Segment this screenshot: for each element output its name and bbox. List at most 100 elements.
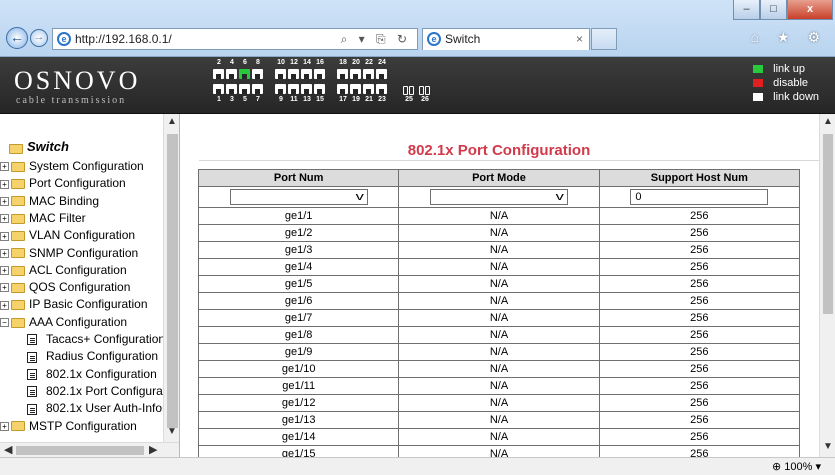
scroll-up-icon[interactable]: ▲ [823,116,833,127]
table-row: ge1/5 N/A 256 [197,275,801,293]
table-cell-mode: N/A [398,394,600,412]
table-cell-port: ge1/5 [197,275,400,293]
scroll-down-icon[interactable]: ▼ [823,441,833,452]
port-icon[interactable] [252,84,263,94]
address-tools-icons[interactable]: ⌕ ▾ ⎘ ↻ [341,29,411,49]
sidebar-item-label: AAA Configuration [29,314,128,329]
sidebar-item[interactable]: + Port Configuration [0,175,126,192]
port-icon[interactable] [350,84,361,94]
sidebar-item[interactable]: + QOS Configuration [0,279,130,296]
table-cell-mode: N/A [398,377,600,395]
new-tab-button[interactable] [591,28,617,50]
sidebar-scrollbar-vertical[interactable]: ▲ ▼ [163,114,179,442]
support-host-num-input[interactable]: 0 [630,189,769,205]
scroll-up-icon[interactable]: ▲ [167,116,177,127]
port-icon[interactable] [213,84,224,94]
port-icon[interactable] [252,69,263,79]
port-icon[interactable] [275,84,286,94]
sidebar-item[interactable]: 802.1x Port Configurati [27,383,169,400]
filter-row: 0 [197,186,801,208]
expand-icon[interactable]: + [0,162,9,172]
browser-tab[interactable]: e Switch × [422,28,590,50]
port-icon[interactable] [314,84,325,94]
expand-icon[interactable]: + [0,196,9,206]
scroll-right-icon[interactable]: ▶ [149,443,157,456]
port-legend: link up disable link down [753,62,819,104]
close-window-button[interactable]: x [787,0,833,20]
sfp-port-icon[interactable] [409,86,414,95]
expand-icon[interactable]: + [0,231,9,241]
port-icon[interactable] [363,84,374,94]
sidebar-item[interactable]: Radius Configuration [27,348,158,365]
expand-icon[interactable]: + [0,266,9,276]
sidebar-item[interactable]: + System Configuration [0,158,144,175]
expand-icon[interactable]: + [0,179,9,189]
scroll-thumb[interactable] [16,446,144,455]
port-mode-select[interactable] [429,189,568,205]
sidebar-item[interactable]: − AAA Configuration [0,314,127,331]
sidebar-item[interactable]: + MAC Filter [0,210,86,227]
port-icon[interactable] [288,69,299,79]
folder-icon [11,161,25,172]
port-icon[interactable] [363,69,374,79]
expand-icon[interactable]: + [0,421,9,431]
port-number: 24 [378,59,386,66]
maximize-button[interactable]: □ [760,0,787,20]
port-icon[interactable] [301,84,312,94]
sidebar-title[interactable]: Switch [9,139,69,154]
sidebar-item[interactable]: + ACL Configuration [0,262,127,279]
sfp-port-icon[interactable] [425,86,430,95]
port-icon[interactable] [239,84,250,94]
port-number: 18 [339,59,347,66]
page-title: 802.1x Port Configuration [407,142,591,159]
content-scrollbar-vertical[interactable]: ▲ ▼ [819,114,835,457]
port-icon[interactable] [213,69,224,79]
expand-icon[interactable]: − [0,318,9,328]
sfp-port-icon[interactable] [419,86,424,95]
scroll-thumb[interactable] [167,134,178,428]
sidebar-item[interactable]: + IP Basic Configuration [0,296,148,313]
expand-icon[interactable]: + [0,214,9,224]
forward-button[interactable]: → [30,29,48,47]
sidebar-item[interactable]: + MSTP Configuration [0,418,137,435]
port-icon[interactable] [337,84,348,94]
port-num-select[interactable] [229,189,368,205]
table-cell-mode: N/A [398,343,600,361]
port-icon[interactable] [314,69,325,79]
minimize-button[interactable]: – [733,0,760,20]
back-button[interactable]: ← [6,27,28,49]
port-icon[interactable] [350,69,361,79]
port-icon[interactable] [226,84,237,94]
sidebar-item[interactable]: + SNMP Configuration [0,245,138,262]
port-icon[interactable] [239,69,250,79]
table-row: ge1/10 N/A 256 [197,360,801,378]
sidebar-item[interactable]: + MAC Binding [0,193,99,210]
scroll-down-icon[interactable]: ▼ [167,426,177,437]
expand-icon[interactable]: + [0,283,9,293]
table-row: ge1/3 N/A 256 [197,241,801,259]
sidebar-item[interactable]: Tacacs+ Configuration [27,331,165,348]
expand-icon[interactable]: + [0,300,9,310]
sidebar-item[interactable]: 802.1x Configuration [27,366,157,383]
port-icon[interactable] [288,84,299,94]
tab-close-icon[interactable]: × [576,29,583,49]
port-icon[interactable] [376,69,387,79]
port-icon[interactable] [337,69,348,79]
scroll-left-icon[interactable]: ◀ [4,443,12,456]
expand-icon[interactable]: + [0,248,9,258]
address-bar[interactable]: e http://192.168.0.1/ ⌕ ▾ ⎘ ↻ [52,28,418,50]
sidebar-scrollbar-horizontal[interactable]: ◀ ▶ [0,442,179,457]
zoom-level[interactable]: ⊕ 100% ▾ [772,460,821,473]
port-icon[interactable] [226,69,237,79]
home-favorites-settings-icons[interactable]: ⌂ ★ ⚙ [751,29,827,46]
port-icon[interactable] [301,69,312,79]
sidebar-item[interactable]: + VLAN Configuration [0,227,135,244]
folder-icon [11,300,25,311]
table-cell-hosts: 256 [598,428,801,446]
sidebar: Switch + System Configuration + Port Config… [0,114,180,457]
sfp-port-icon[interactable] [403,86,408,95]
port-icon[interactable] [376,84,387,94]
port-icon[interactable] [275,69,286,79]
sidebar-item[interactable]: 802.1x User Auth-Inforr [27,400,170,417]
scroll-thumb[interactable] [823,134,833,314]
